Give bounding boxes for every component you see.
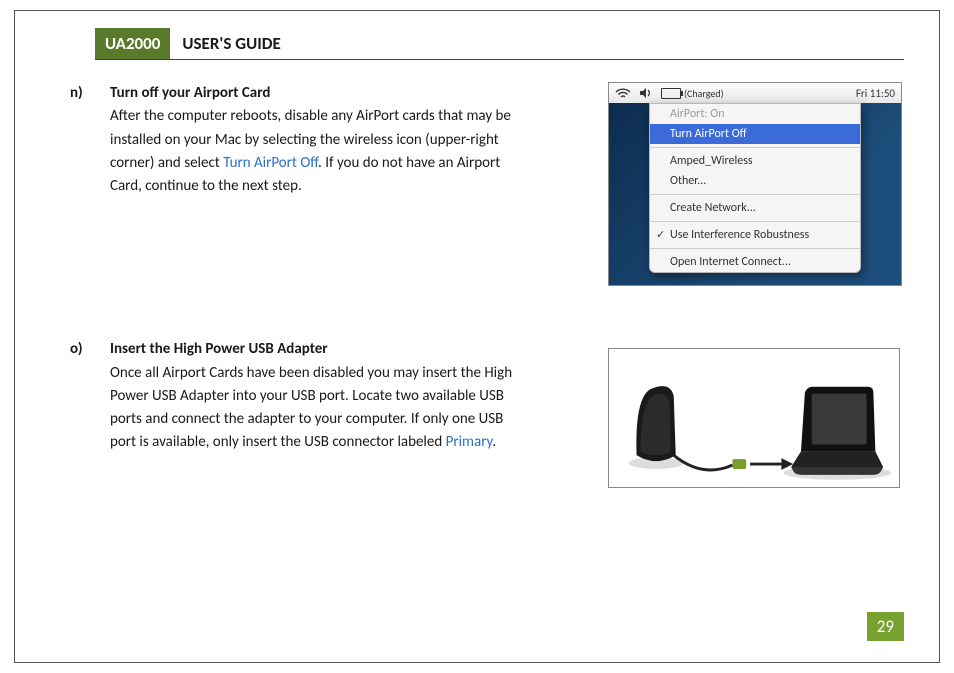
battery-status[interactable]: (Charged) — [661, 87, 724, 100]
menu-item-turn-off[interactable]: Turn AirPort Off — [650, 124, 860, 144]
step-n-link: Turn AirPort Off — [223, 154, 318, 172]
header-rule — [95, 59, 904, 60]
guide-title: USER'S GUIDE — [170, 28, 292, 59]
airport-dropdown: AirPort: On Turn AirPort Off Amped_Wirel… — [649, 103, 861, 273]
menu-separator — [650, 221, 860, 222]
page-number: 29 — [867, 612, 904, 641]
battery-icon — [661, 88, 681, 99]
menu-item-amped[interactable]: Amped_Wireless — [650, 151, 860, 171]
menu-separator — [650, 194, 860, 195]
mac-menubar: (Charged) Fri 11:50 — [609, 83, 901, 103]
product-badge: UA2000 — [95, 28, 170, 59]
usb-laptop-illustration — [617, 355, 891, 487]
menubar-clock[interactable]: Fri 11:50 — [856, 87, 895, 100]
menu-item-interference[interactable]: Use Interference Robustness — [650, 225, 860, 245]
menu-item-other[interactable]: Other... — [650, 171, 860, 191]
battery-text: (Charged) — [684, 87, 724, 100]
wifi-icon[interactable] — [615, 87, 631, 99]
menu-item-create[interactable]: Create Network... — [650, 198, 860, 218]
header: UA2000 USER'S GUIDE — [95, 28, 904, 59]
step-letter-n: n) — [70, 82, 92, 198]
step-n-title: Turn off your Airport Card — [110, 84, 270, 102]
step-o-title: Insert the High Power USB Adapter — [110, 340, 328, 358]
step-o-link: Primary — [446, 433, 493, 451]
step-letter-o: o) — [70, 338, 92, 454]
step-o-text-post: . — [492, 433, 496, 451]
figure-airport-menu: (Charged) Fri 11:50 AirPort: On Turn Air… — [608, 82, 902, 286]
menu-separator — [650, 248, 860, 249]
menu-item-status: AirPort: On — [650, 104, 860, 124]
figure-usb-laptop — [608, 348, 900, 488]
menu-separator — [650, 147, 860, 148]
menu-item-open-ic[interactable]: Open Internet Connect... — [650, 252, 860, 272]
step-o: o) Insert the High Power USB Adapter Onc… — [70, 338, 574, 454]
volume-icon[interactable] — [639, 87, 653, 99]
step-n: n) Turn off your Airport Card After the … — [70, 82, 574, 198]
